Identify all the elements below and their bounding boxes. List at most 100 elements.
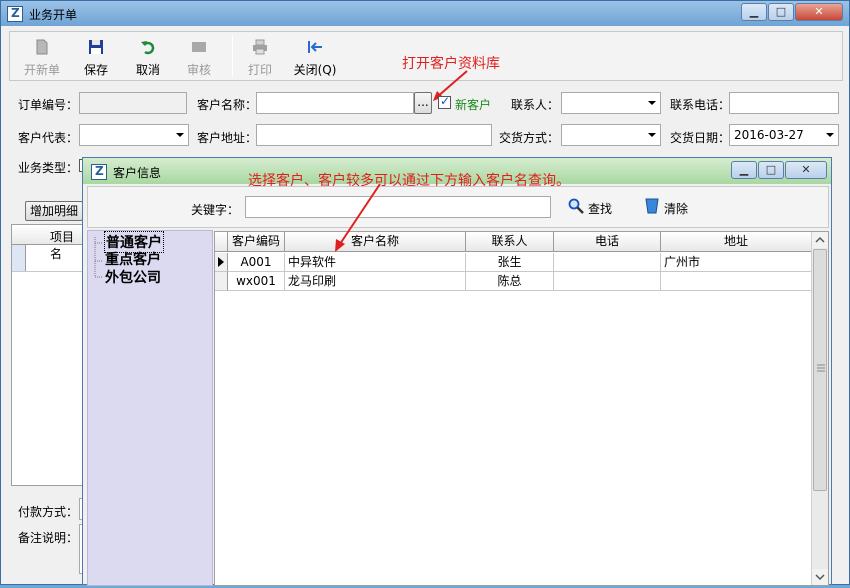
minimize-button[interactable]: ▁: [741, 3, 767, 21]
dialog-close-button[interactable]: ✕: [785, 161, 827, 179]
payment-label: 付款方式：: [18, 505, 79, 519]
row-indicator: [215, 272, 228, 291]
cell-code[interactable]: A001: [228, 253, 285, 272]
col-header-code[interactable]: 客户编码: [228, 232, 285, 252]
cancel-button[interactable]: 取消: [123, 33, 173, 79]
col-header-contact[interactable]: 联系人: [466, 232, 554, 252]
vertical-scrollbar[interactable]: [811, 232, 828, 585]
chevron-down-icon[interactable]: [172, 125, 188, 145]
new-order-button[interactable]: 开新单: [17, 33, 67, 79]
cell-phone[interactable]: [554, 272, 661, 291]
dialog-maximize-button[interactable]: □: [758, 161, 784, 179]
delivery-method-combo[interactable]: [561, 124, 661, 146]
chevron-down-icon: [815, 574, 825, 581]
dialog-app-icon: [91, 164, 107, 180]
search-bar: 关键字： 查找 清除: [87, 186, 829, 228]
save-label: 保存: [83, 63, 108, 77]
cell-phone[interactable]: [554, 253, 661, 272]
annotation-arrow-2: [335, 183, 381, 252]
exit-arrow-icon: [308, 41, 322, 53]
contact-combo[interactable]: [561, 92, 661, 114]
printer-icon: [253, 39, 267, 55]
phone-label: 联系电话：: [670, 98, 731, 112]
scroll-down-button[interactable]: [812, 569, 828, 585]
cell-contact[interactable]: 陈总: [466, 272, 554, 291]
browse-customer-button[interactable]: ...: [414, 92, 432, 114]
col-header-phone[interactable]: 电话: [554, 232, 661, 252]
cell-contact[interactable]: 张生: [466, 253, 554, 272]
chevron-up-icon: [815, 236, 825, 243]
main-title-bar[interactable]: 业务开单 ▁ □ ✕: [1, 1, 849, 26]
new-doc-icon: [36, 39, 48, 55]
contact-label: 联系人：: [511, 98, 560, 112]
audit-icon: [192, 42, 206, 52]
print-label: 打印: [247, 63, 272, 77]
dialog-minimize-button[interactable]: ▁: [731, 161, 757, 179]
order-no-label: 订单编号：: [18, 98, 79, 112]
window-title: 业务开单: [29, 8, 78, 22]
customer-grid[interactable]: 客户编码 客户名称 联系人 电话 地址 A001 中异软件 张生 广州市 wx0…: [214, 231, 829, 586]
detail-grid[interactable]: 项目名: [11, 224, 86, 486]
item-col-header: 项目名: [50, 230, 75, 261]
close-window-button[interactable]: ✕: [795, 3, 843, 21]
keyword-input[interactable]: [245, 196, 551, 218]
save-disk-icon: [89, 40, 103, 54]
cell-name[interactable]: 龙马印刷: [285, 272, 466, 291]
scroll-thumb[interactable]: [813, 249, 827, 491]
delivery-date-picker[interactable]: 2016-03-27: [729, 124, 839, 146]
customer-category-tree[interactable]: 普通客户 重点客户 外包公司: [87, 230, 213, 586]
detail-grid-header: 项目名: [12, 225, 85, 261]
audit-button[interactable]: 审核: [174, 33, 224, 79]
clear-label: 清除: [664, 202, 689, 216]
customer-info-dialog: 客户信息 ▁ □ ✕ 选择客户、客户较多可以通过下方输入客户名查询。 关键字： …: [82, 157, 832, 586]
cell-address[interactable]: [661, 272, 812, 291]
maximize-button[interactable]: □: [768, 3, 794, 21]
chevron-down-icon[interactable]: [822, 125, 838, 145]
customer-name-field[interactable]: [256, 92, 414, 114]
find-button[interactable]: 查找: [568, 197, 622, 217]
close-button[interactable]: 关闭(Q): [290, 33, 340, 79]
phone-field[interactable]: [729, 92, 839, 114]
cell-code[interactable]: wx001: [228, 272, 285, 291]
row-indicator: [215, 253, 228, 272]
tree-item-outsource[interactable]: 外包公司: [105, 267, 161, 287]
row-divider: [12, 271, 85, 272]
order-no-field[interactable]: [79, 92, 187, 114]
print-button[interactable]: 打印: [235, 33, 285, 79]
business-type-label: 业务类型：: [18, 161, 79, 175]
grip-icon: [817, 364, 825, 372]
remark-label: 备注说明：: [18, 531, 79, 545]
rep-combo[interactable]: [79, 124, 189, 146]
customer-name-label: 客户名称：: [197, 98, 258, 112]
new-customer-checkbox[interactable]: [438, 94, 451, 109]
undo-icon: [141, 41, 155, 55]
chevron-down-icon[interactable]: [644, 93, 660, 113]
clear-button[interactable]: 清除: [645, 197, 699, 217]
add-detail-button[interactable]: 增加明细: [25, 201, 83, 221]
save-button[interactable]: 保存: [71, 33, 121, 79]
detail-row-header: [12, 245, 26, 271]
new-order-label: 开新单: [23, 63, 60, 77]
keyword-label: 关键字：: [191, 203, 240, 217]
new-customer-label: 新客户: [455, 98, 492, 112]
tree-item-key[interactable]: 重点客户: [105, 249, 161, 269]
cancel-label: 取消: [135, 63, 160, 77]
close-label: 关闭(Q): [293, 63, 337, 77]
cell-address[interactable]: 广州市: [661, 253, 812, 272]
delivery-date-label: 交货日期：: [670, 131, 731, 145]
col-header-address[interactable]: 地址: [661, 232, 812, 252]
rep-label: 客户代表：: [18, 131, 79, 145]
app-icon: [7, 6, 23, 22]
toolbar-separator: [232, 36, 233, 76]
clear-cup-icon: [645, 198, 659, 214]
cell-name[interactable]: 中异软件: [285, 253, 466, 272]
scroll-up-button[interactable]: [812, 232, 828, 248]
tree-lines: [94, 237, 102, 278]
address-field[interactable]: [256, 124, 492, 146]
chevron-down-icon[interactable]: [644, 125, 660, 145]
find-label: 查找: [588, 202, 613, 216]
delivery-date-value: 2016-03-27: [734, 128, 804, 142]
delivery-method-label: 交货方式：: [499, 131, 560, 145]
address-label: 客户地址：: [197, 131, 258, 145]
grid-corner: [215, 232, 228, 252]
